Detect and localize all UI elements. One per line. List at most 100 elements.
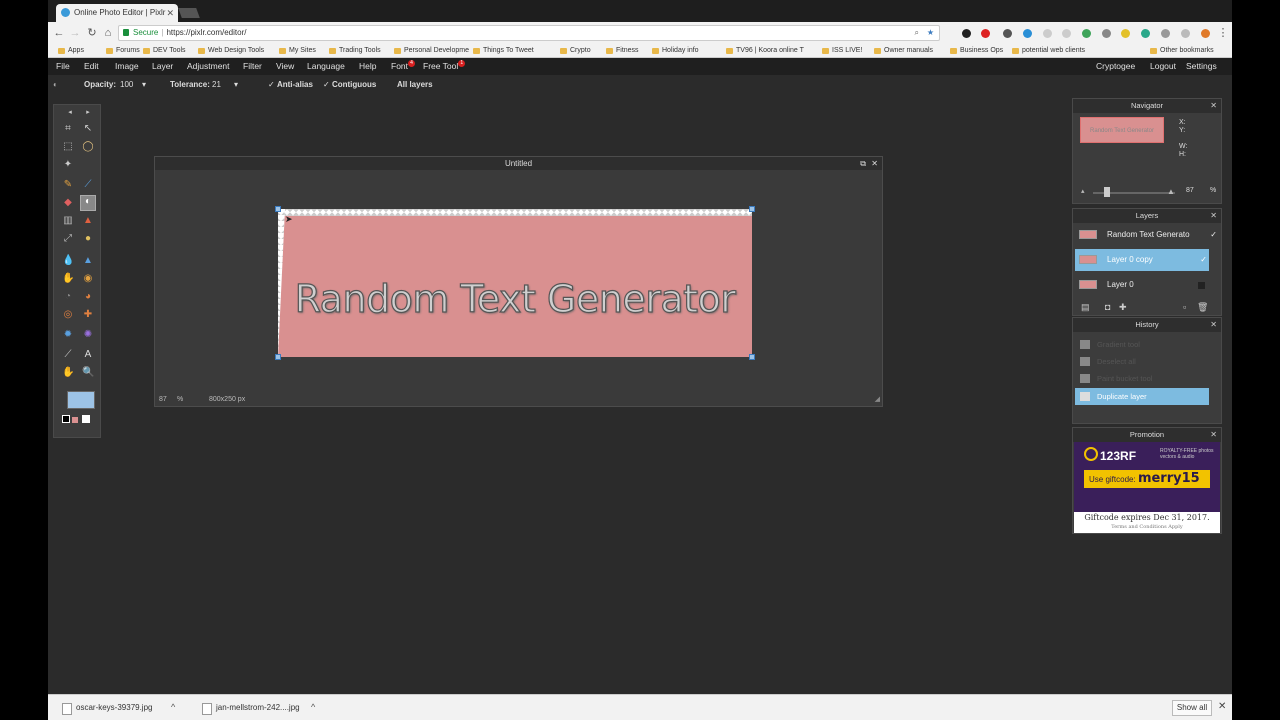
dodge-icon[interactable]: ◔	[62, 291, 74, 303]
move-icon[interactable]: ↖	[82, 123, 94, 135]
menu-file[interactable]: File	[56, 60, 70, 73]
download-item[interactable]: oscar-keys-39379.jpg	[62, 702, 152, 715]
transform-handle[interactable]	[275, 354, 281, 360]
swap-colors-icon[interactable]	[82, 415, 90, 423]
contiguous-checkbox[interactable]: ✓ Contiguous	[323, 79, 376, 91]
antialias-checkbox[interactable]: ✓ Anti-alias	[268, 79, 313, 91]
delete-layer-icon[interactable]: 🗑	[1197, 302, 1208, 313]
zoom-slider-thumb[interactable]	[1104, 187, 1110, 197]
opacity-input[interactable]: 100	[120, 79, 133, 91]
bookmark-item[interactable]: ISS LIVE!	[822, 45, 862, 57]
resize-grip-icon[interactable]: ◢	[875, 394, 880, 406]
bookmark-item[interactable]: Apps	[58, 45, 84, 57]
close-icon[interactable]: ✕	[1210, 318, 1217, 332]
pencil-icon[interactable]: ✎	[62, 179, 74, 191]
layer-style-icon[interactable]: ✚	[1119, 302, 1127, 313]
zoom-icon[interactable]: ⌕	[915, 26, 919, 40]
layer-mask-icon[interactable]: ◘	[1105, 302, 1110, 312]
extension-icon[interactable]	[1161, 29, 1170, 38]
new-layer-icon[interactable]: ▫	[1183, 302, 1186, 312]
menu-help[interactable]: Help	[359, 60, 376, 73]
sponge-icon[interactable]: ◉	[82, 273, 94, 285]
canvas-image[interactable]: Random Text Generator	[278, 209, 752, 357]
close-icon[interactable]: ✕	[871, 157, 878, 170]
history-item[interactable]: Duplicate layer	[1075, 388, 1209, 405]
text-tool-icon[interactable]: A	[82, 349, 94, 361]
smudge-icon[interactable]: ✋	[62, 273, 74, 285]
extension-icon[interactable]	[1023, 29, 1032, 38]
visibility-check-icon[interactable]: ✓	[1200, 249, 1207, 271]
gradient-icon[interactable]: ▥	[62, 215, 74, 227]
chevron-up-icon[interactable]: ^	[171, 702, 175, 712]
close-icon[interactable]: ✕	[1210, 99, 1217, 113]
tolerance-input[interactable]: 21	[212, 79, 221, 91]
menu-font[interactable]: Font 4	[391, 60, 416, 73]
chevron-up-icon[interactable]: ^	[311, 702, 315, 712]
browser-tab[interactable]: Online Photo Editor | Pixlr ✕	[56, 4, 178, 22]
blur-icon[interactable]: 💧	[62, 255, 74, 267]
zoom-in-icon[interactable]: ▲	[1167, 187, 1175, 196]
close-icon[interactable]: ✕	[1210, 209, 1217, 223]
show-all-button[interactable]: Show all	[1172, 700, 1212, 716]
bookmark-item[interactable]: My Sites	[279, 45, 316, 57]
color-swatch[interactable]	[67, 391, 95, 409]
user-name-link[interactable]: Cryptogee	[1096, 60, 1135, 73]
drawing-icon[interactable]: ●	[82, 233, 94, 245]
paint-bucket-icon[interactable]: ◐	[80, 195, 96, 211]
bookmark-item[interactable]: TV96 | Koora online T	[726, 45, 804, 57]
adblock-icon[interactable]	[981, 29, 990, 38]
new-tab-button[interactable]	[178, 8, 200, 18]
bg-color-icon[interactable]	[72, 417, 78, 423]
wand-icon[interactable]: ✦	[62, 159, 74, 171]
menu-filter[interactable]: Filter	[243, 60, 262, 73]
red-eye-icon[interactable]: ◎	[62, 309, 74, 321]
close-icon[interactable]: ✕	[1210, 428, 1217, 442]
promotion-ad[interactable]: 123RF ROYALTY-FREE photos vectors & audi…	[1074, 442, 1220, 533]
close-tab-icon[interactable]: ✕	[166, 4, 174, 22]
menu-view[interactable]: View	[276, 60, 294, 73]
layer-row[interactable]: Layer 0	[1075, 274, 1209, 296]
spot-heal-icon[interactable]: ✚	[82, 309, 94, 321]
collapse-icon[interactable]: ◂	[64, 107, 76, 119]
bookmark-item[interactable]: potential web clients	[1012, 45, 1085, 57]
stamp-icon[interactable]: ▲	[82, 215, 94, 227]
all-layers-checkbox[interactable]: All layers	[397, 79, 433, 91]
transform-handle[interactable]	[749, 354, 755, 360]
extension-icon[interactable]	[1043, 29, 1052, 38]
bloat-icon[interactable]: ✹	[62, 329, 74, 341]
bookmark-item[interactable]: Web Design Tools	[198, 45, 264, 57]
color-replace-icon[interactable]: ⤢	[62, 233, 74, 245]
transform-handle[interactable]	[749, 206, 755, 212]
zoom-tool-icon[interactable]: 🔍	[82, 367, 94, 379]
bookmark-item[interactable]: Forums	[106, 45, 140, 57]
bookmark-item[interactable]: Owner manuals	[874, 45, 933, 57]
maximize-icon[interactable]: ⧉	[860, 157, 866, 170]
menu-kebab-icon[interactable]: ⋮	[1216, 26, 1230, 40]
layer-settings-icon[interactable]: ▤	[1081, 302, 1090, 313]
expand-icon[interactable]: ▸	[82, 107, 94, 119]
visibility-checkbox[interactable]	[1198, 282, 1205, 289]
menu-layer[interactable]: Layer	[152, 60, 173, 73]
bookmark-item[interactable]: Crypto	[560, 45, 591, 57]
visibility-check-icon[interactable]: ✓	[1210, 224, 1217, 246]
logout-link[interactable]: Logout	[1150, 60, 1176, 73]
address-bar[interactable]: Secure | https://pixlr.com/editor/ ⌕ ★	[118, 25, 940, 41]
fg-color-icon[interactable]	[62, 415, 70, 423]
extension-icon[interactable]	[1062, 29, 1071, 38]
other-bookmarks[interactable]: Other bookmarks	[1150, 45, 1214, 57]
bookmark-item[interactable]: Personal Developme	[394, 45, 469, 57]
menu-image[interactable]: Image	[115, 60, 139, 73]
back-icon[interactable]: ←	[52, 26, 66, 40]
chevron-down-icon[interactable]: ▾	[234, 79, 238, 91]
navigator-thumbnail[interactable]: Random Text Generator	[1080, 117, 1164, 143]
chevron-down-icon[interactable]: ▾	[142, 79, 146, 91]
color-picker-icon[interactable]: ⟋	[62, 349, 74, 361]
extension-icon[interactable]	[1003, 29, 1012, 38]
layer-row[interactable]: Layer 0 copy ✓	[1075, 249, 1209, 271]
bookmark-item[interactable]: Holiday info	[652, 45, 699, 57]
transform-handle[interactable]	[275, 206, 281, 212]
menu-adjustment[interactable]: Adjustment	[187, 60, 230, 73]
forward-icon[interactable]: →	[68, 26, 82, 40]
lasso-icon[interactable]: ◯	[82, 141, 94, 153]
history-item[interactable]: Gradient tool	[1075, 336, 1209, 353]
